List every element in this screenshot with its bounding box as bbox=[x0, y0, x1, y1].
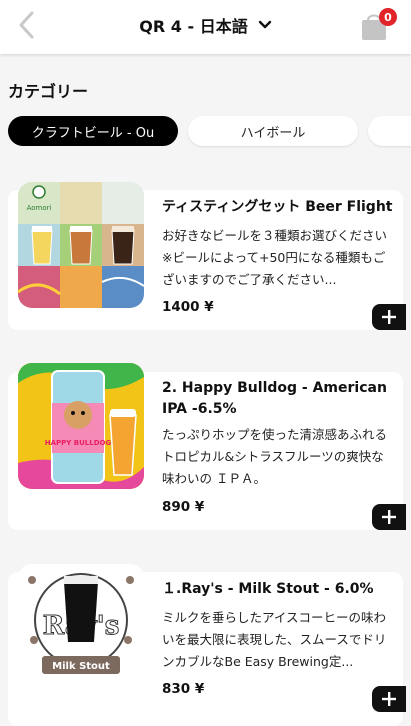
plus-icon bbox=[382, 692, 396, 706]
tab-more[interactable] bbox=[368, 116, 411, 146]
add-to-cart-button[interactable] bbox=[372, 686, 406, 712]
bulldog-label-text: HAPPY BULLDOG bbox=[45, 439, 112, 447]
app-header: QR 4 - 日本語 0 bbox=[0, 0, 411, 54]
add-to-cart-button[interactable] bbox=[372, 304, 406, 330]
cart-button[interactable]: 0 bbox=[359, 8, 397, 42]
product-image: Aomori bbox=[18, 182, 144, 308]
product-price: 890 ¥ bbox=[162, 499, 205, 515]
plus-icon bbox=[382, 510, 396, 524]
tab-highball[interactable]: ハイボール bbox=[188, 116, 358, 146]
language-selector[interactable]: QR 4 - 日本語 bbox=[0, 10, 411, 40]
page-title: QR 4 - 日本語 bbox=[139, 17, 248, 36]
product-description: お好きなビールを３種類お選びください ※ビールによって+50円になる種類もござい… bbox=[162, 228, 388, 287]
product-description: たっぷりホップを使った清涼感あふれるトロピカル&シトラスフルーツの爽快な味わいの… bbox=[162, 427, 388, 486]
flight-label-text: Aomori bbox=[27, 204, 52, 212]
milk-stout-image: Ray's Milk Stout bbox=[18, 564, 144, 690]
chevron-down-icon bbox=[258, 20, 271, 29]
product-price: 830 ¥ bbox=[162, 681, 205, 697]
product-name: 2. Happy Bulldog - American IPA -6.5% bbox=[162, 380, 387, 417]
beer-flight-image: Aomori bbox=[18, 182, 144, 308]
tab-label: ハイボール bbox=[240, 125, 306, 141]
product-card[interactable]: Ray's Milk Stout １.Ray's - Milk Stout - … bbox=[8, 564, 406, 726]
product-description: ミルクを垂らしたアイスコーヒーの味わいを最大限に表現した、スムースでドリンカブル… bbox=[162, 610, 387, 669]
cart-count-badge: 0 bbox=[379, 8, 397, 26]
product-name: ティスティングセット Beer Flight bbox=[162, 199, 393, 215]
product-image: Ray's Milk Stout bbox=[18, 564, 144, 690]
product-name: １.Ray's - Milk Stout - 6.0% bbox=[162, 581, 374, 597]
stout-label-text: Milk Stout bbox=[52, 661, 110, 672]
product-price: 1400 ¥ bbox=[162, 299, 214, 315]
tab-label: クラフトビール - Ou bbox=[31, 125, 155, 141]
category-tab-bar: クラフトビール - Ou ハイボール bbox=[0, 116, 411, 148]
plus-icon bbox=[382, 310, 396, 324]
product-card[interactable]: Aomori ティスティングセット Beer Flight お好きなビールを３種… bbox=[8, 182, 406, 330]
tab-craft-beer[interactable]: クラフトビール - Ou bbox=[8, 116, 178, 146]
product-image: HAPPY BULLDOG bbox=[18, 363, 144, 489]
happy-bulldog-image: HAPPY BULLDOG bbox=[18, 363, 144, 489]
add-to-cart-button[interactable] bbox=[372, 504, 406, 530]
category-heading: カテゴリー bbox=[8, 82, 89, 101]
product-card[interactable]: HAPPY BULLDOG 2. Happy Bulldog - America… bbox=[8, 363, 406, 530]
